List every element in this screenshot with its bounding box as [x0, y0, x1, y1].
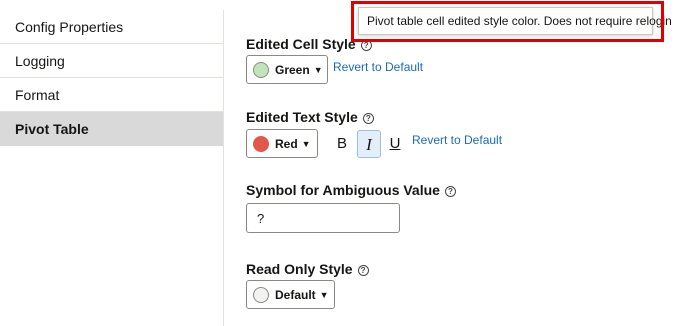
symbol-ambiguous-input[interactable]	[246, 203, 400, 233]
default-swatch-icon	[253, 286, 269, 303]
sidebar-item-logging[interactable]: Logging	[0, 44, 224, 78]
edited-text-style-label-text: Edited Text Style	[246, 109, 358, 125]
help-circle-icon[interactable]: ?	[357, 265, 369, 276]
read-only-style-label-text: Read Only Style	[246, 261, 353, 277]
caret-down-icon: ▼	[319, 289, 329, 300]
edited-cell-style-value: Green	[275, 62, 310, 77]
edited-text-style-revert-link[interactable]: Revert to Default	[412, 133, 502, 147]
edited-cell-style-color-button[interactable]: Green ▼	[246, 55, 328, 84]
symbol-ambiguous-label-text: Symbol for Ambiguous Value	[246, 182, 440, 198]
sidebar-item-config-properties[interactable]: Config Properties	[0, 10, 224, 44]
sidebar-nav: Config Properties Logging Format Pivot T…	[0, 10, 224, 326]
italic-button[interactable]: I	[357, 130, 381, 158]
edited-text-style-color-button[interactable]: Red ▼	[246, 129, 318, 158]
bold-button[interactable]: B	[330, 130, 354, 158]
sidebar-item-format[interactable]: Format	[0, 78, 224, 112]
read-only-style-color-button[interactable]: Default ▼	[246, 280, 335, 309]
caret-down-icon: ▼	[313, 64, 323, 75]
help-circle-icon[interactable]: ?	[362, 113, 374, 124]
caret-down-icon: ▼	[301, 138, 311, 149]
edited-cell-style-revert-link[interactable]: Revert to Default	[333, 60, 423, 74]
read-only-style-value: Default	[275, 287, 316, 302]
green-swatch-icon	[253, 61, 269, 78]
highlight-box	[351, 1, 664, 42]
underline-button[interactable]: U	[383, 130, 407, 158]
edited-text-style-value: Red	[275, 136, 298, 151]
sidebar-item-pivot-table[interactable]: Pivot Table	[0, 112, 224, 146]
symbol-ambiguous-label: Symbol for Ambiguous Value?	[246, 182, 456, 198]
red-swatch-icon	[253, 135, 269, 152]
edited-cell-style-label-text: Edited Cell Style	[246, 36, 356, 52]
read-only-style-label: Read Only Style?	[246, 261, 369, 277]
edited-text-style-label: Edited Text Style?	[246, 109, 374, 125]
help-circle-icon[interactable]: ?	[444, 186, 456, 197]
